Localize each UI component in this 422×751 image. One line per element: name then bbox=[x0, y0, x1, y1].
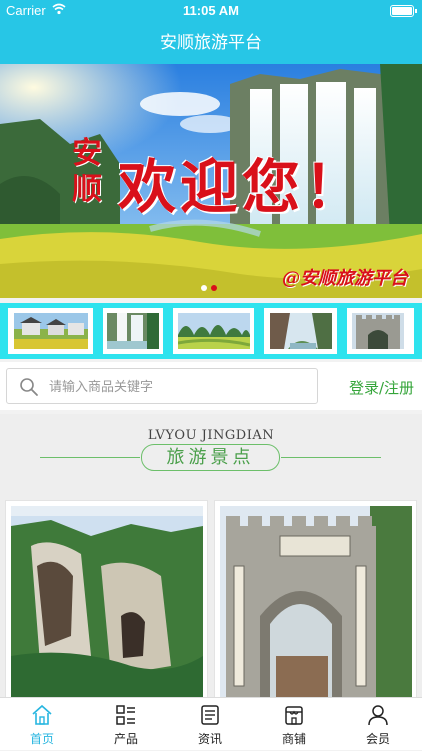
status-bar: Carrier 11:05 AM bbox=[0, 0, 422, 22]
section-subtitle: LVYOU JINGDIAN bbox=[147, 428, 275, 443]
grid-list-icon bbox=[116, 705, 135, 725]
thumbnail-strip-frame bbox=[8, 308, 414, 354]
banner-carousel[interactable]: 安顺 欢迎您！ @安顺旅游平台 bbox=[0, 64, 422, 298]
thumbnail-strip bbox=[0, 303, 422, 359]
tab-news-label: 资讯 bbox=[197, 732, 222, 746]
thumbnail-divider bbox=[254, 308, 264, 354]
thumbnail-divider bbox=[93, 308, 103, 354]
tab-home-label: 首页 bbox=[29, 732, 54, 746]
attractions-grid bbox=[0, 484, 422, 703]
tab-member-label: 会员 bbox=[365, 732, 390, 746]
search-box[interactable] bbox=[6, 368, 318, 404]
thumbnail-divider bbox=[337, 308, 347, 354]
clock: 11:05 AM bbox=[183, 3, 239, 18]
tab-news[interactable]: 资讯 bbox=[168, 698, 252, 751]
page-title: 安顺旅游平台 bbox=[160, 33, 262, 53]
tab-home[interactable]: 首页 bbox=[0, 698, 84, 751]
carousel-page-indicator bbox=[199, 276, 219, 295]
login-register-link[interactable]: 登录/注册 bbox=[349, 377, 414, 398]
page-dot bbox=[201, 285, 207, 291]
home-icon bbox=[32, 704, 52, 725]
attraction-image-cave-cliff bbox=[11, 506, 203, 703]
section-header: LVYOU JINGDIAN 旅游景点 bbox=[0, 414, 422, 484]
battery-icon bbox=[390, 5, 417, 17]
thumbnail-gorge[interactable] bbox=[270, 313, 332, 349]
shop-icon bbox=[285, 706, 303, 725]
section-divider-right bbox=[281, 457, 381, 458]
thumbnail-karst-fields[interactable] bbox=[178, 313, 250, 349]
search-input[interactable] bbox=[49, 375, 309, 399]
tab-member[interactable]: 会员 bbox=[336, 698, 420, 751]
search-row: 登录/注册 bbox=[0, 362, 422, 410]
tab-shops[interactable]: 商铺 bbox=[252, 698, 336, 751]
attraction-card[interactable] bbox=[5, 500, 208, 703]
page-dot-active bbox=[211, 285, 217, 291]
section-divider-left bbox=[40, 457, 140, 458]
attraction-card[interactable] bbox=[214, 500, 417, 703]
banner-watermark: @安顺旅游平台 bbox=[282, 268, 408, 289]
app-header: 安顺旅游平台 bbox=[0, 22, 422, 64]
thumbnail-divider bbox=[163, 308, 173, 354]
user-icon bbox=[368, 705, 388, 726]
tab-products-label: 产品 bbox=[113, 732, 138, 746]
attraction-image-ancient-gate bbox=[220, 506, 412, 703]
tab-products[interactable]: 产品 bbox=[84, 698, 168, 751]
bottom-tab-bar: 首页 产品 资讯 商铺 会员 bbox=[0, 697, 422, 750]
thumbnail-village[interactable] bbox=[14, 313, 88, 349]
search-icon bbox=[20, 378, 38, 396]
news-icon bbox=[201, 705, 219, 725]
thumbnail-waterfall[interactable] bbox=[107, 313, 159, 349]
banner-welcome-text: 欢迎您！ bbox=[118, 153, 367, 221]
section-title: 旅游景点 bbox=[141, 444, 280, 471]
tab-shops-label: 商铺 bbox=[281, 732, 306, 746]
thumbnail-gate[interactable] bbox=[352, 313, 404, 349]
banner-side-text: 安顺 bbox=[72, 136, 102, 207]
